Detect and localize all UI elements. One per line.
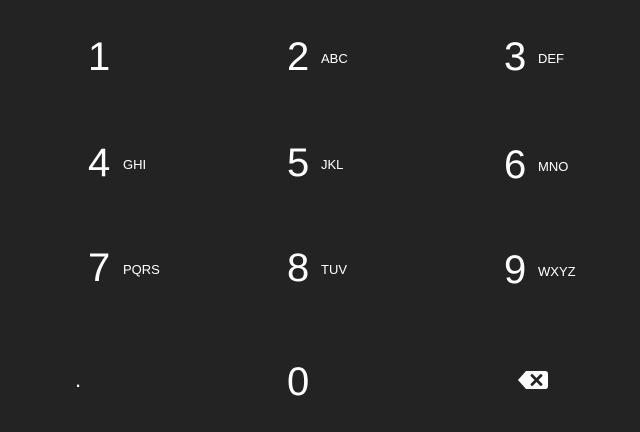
key-8[interactable]: 8 TUV [213, 216, 427, 324]
key-digit: 4 [88, 141, 111, 185]
key-letters: MNO [538, 159, 569, 174]
key-1[interactable]: 1 [0, 0, 213, 108]
backspace-icon [518, 371, 548, 394]
key-decimal[interactable]: . [0, 324, 213, 432]
key-2[interactable]: 2 ABC [213, 0, 427, 108]
key-4[interactable]: 4 GHI [0, 108, 213, 216]
key-letters: JKL [321, 157, 344, 172]
backspace-button[interactable] [427, 324, 640, 432]
key-9[interactable]: 9 WXYZ [427, 216, 640, 324]
key-digit: 2 [287, 35, 310, 79]
key-digit: 7 [88, 246, 111, 290]
key-letters: TUV [321, 262, 347, 277]
key-digit: 8 [287, 246, 310, 290]
decimal-point: . [75, 367, 82, 392]
key-digit: 9 [504, 248, 527, 292]
key-letters: WXYZ [538, 264, 576, 279]
key-7[interactable]: 7 PQRS [0, 216, 213, 324]
key-digit: 6 [504, 143, 527, 187]
key-3[interactable]: 3 DEF [427, 0, 640, 108]
key-letters: ABC [321, 51, 348, 66]
key-5[interactable]: 5 JKL [213, 108, 427, 216]
key-letters: PQRS [123, 262, 160, 277]
key-0[interactable]: 0 [213, 324, 427, 432]
key-letters: GHI [123, 157, 147, 172]
key-6[interactable]: 6 MNO [427, 108, 640, 216]
key-digit: 0 [287, 360, 310, 404]
key-digit: 1 [88, 35, 111, 79]
key-digit: 5 [287, 141, 310, 185]
key-letters: DEF [538, 51, 564, 66]
key-digit: 3 [504, 35, 527, 79]
numeric-keypad: 1 2 ABC 3 DEF 4 GHI 5 JKL 6 MNO 7 PQRS 8… [0, 0, 640, 432]
